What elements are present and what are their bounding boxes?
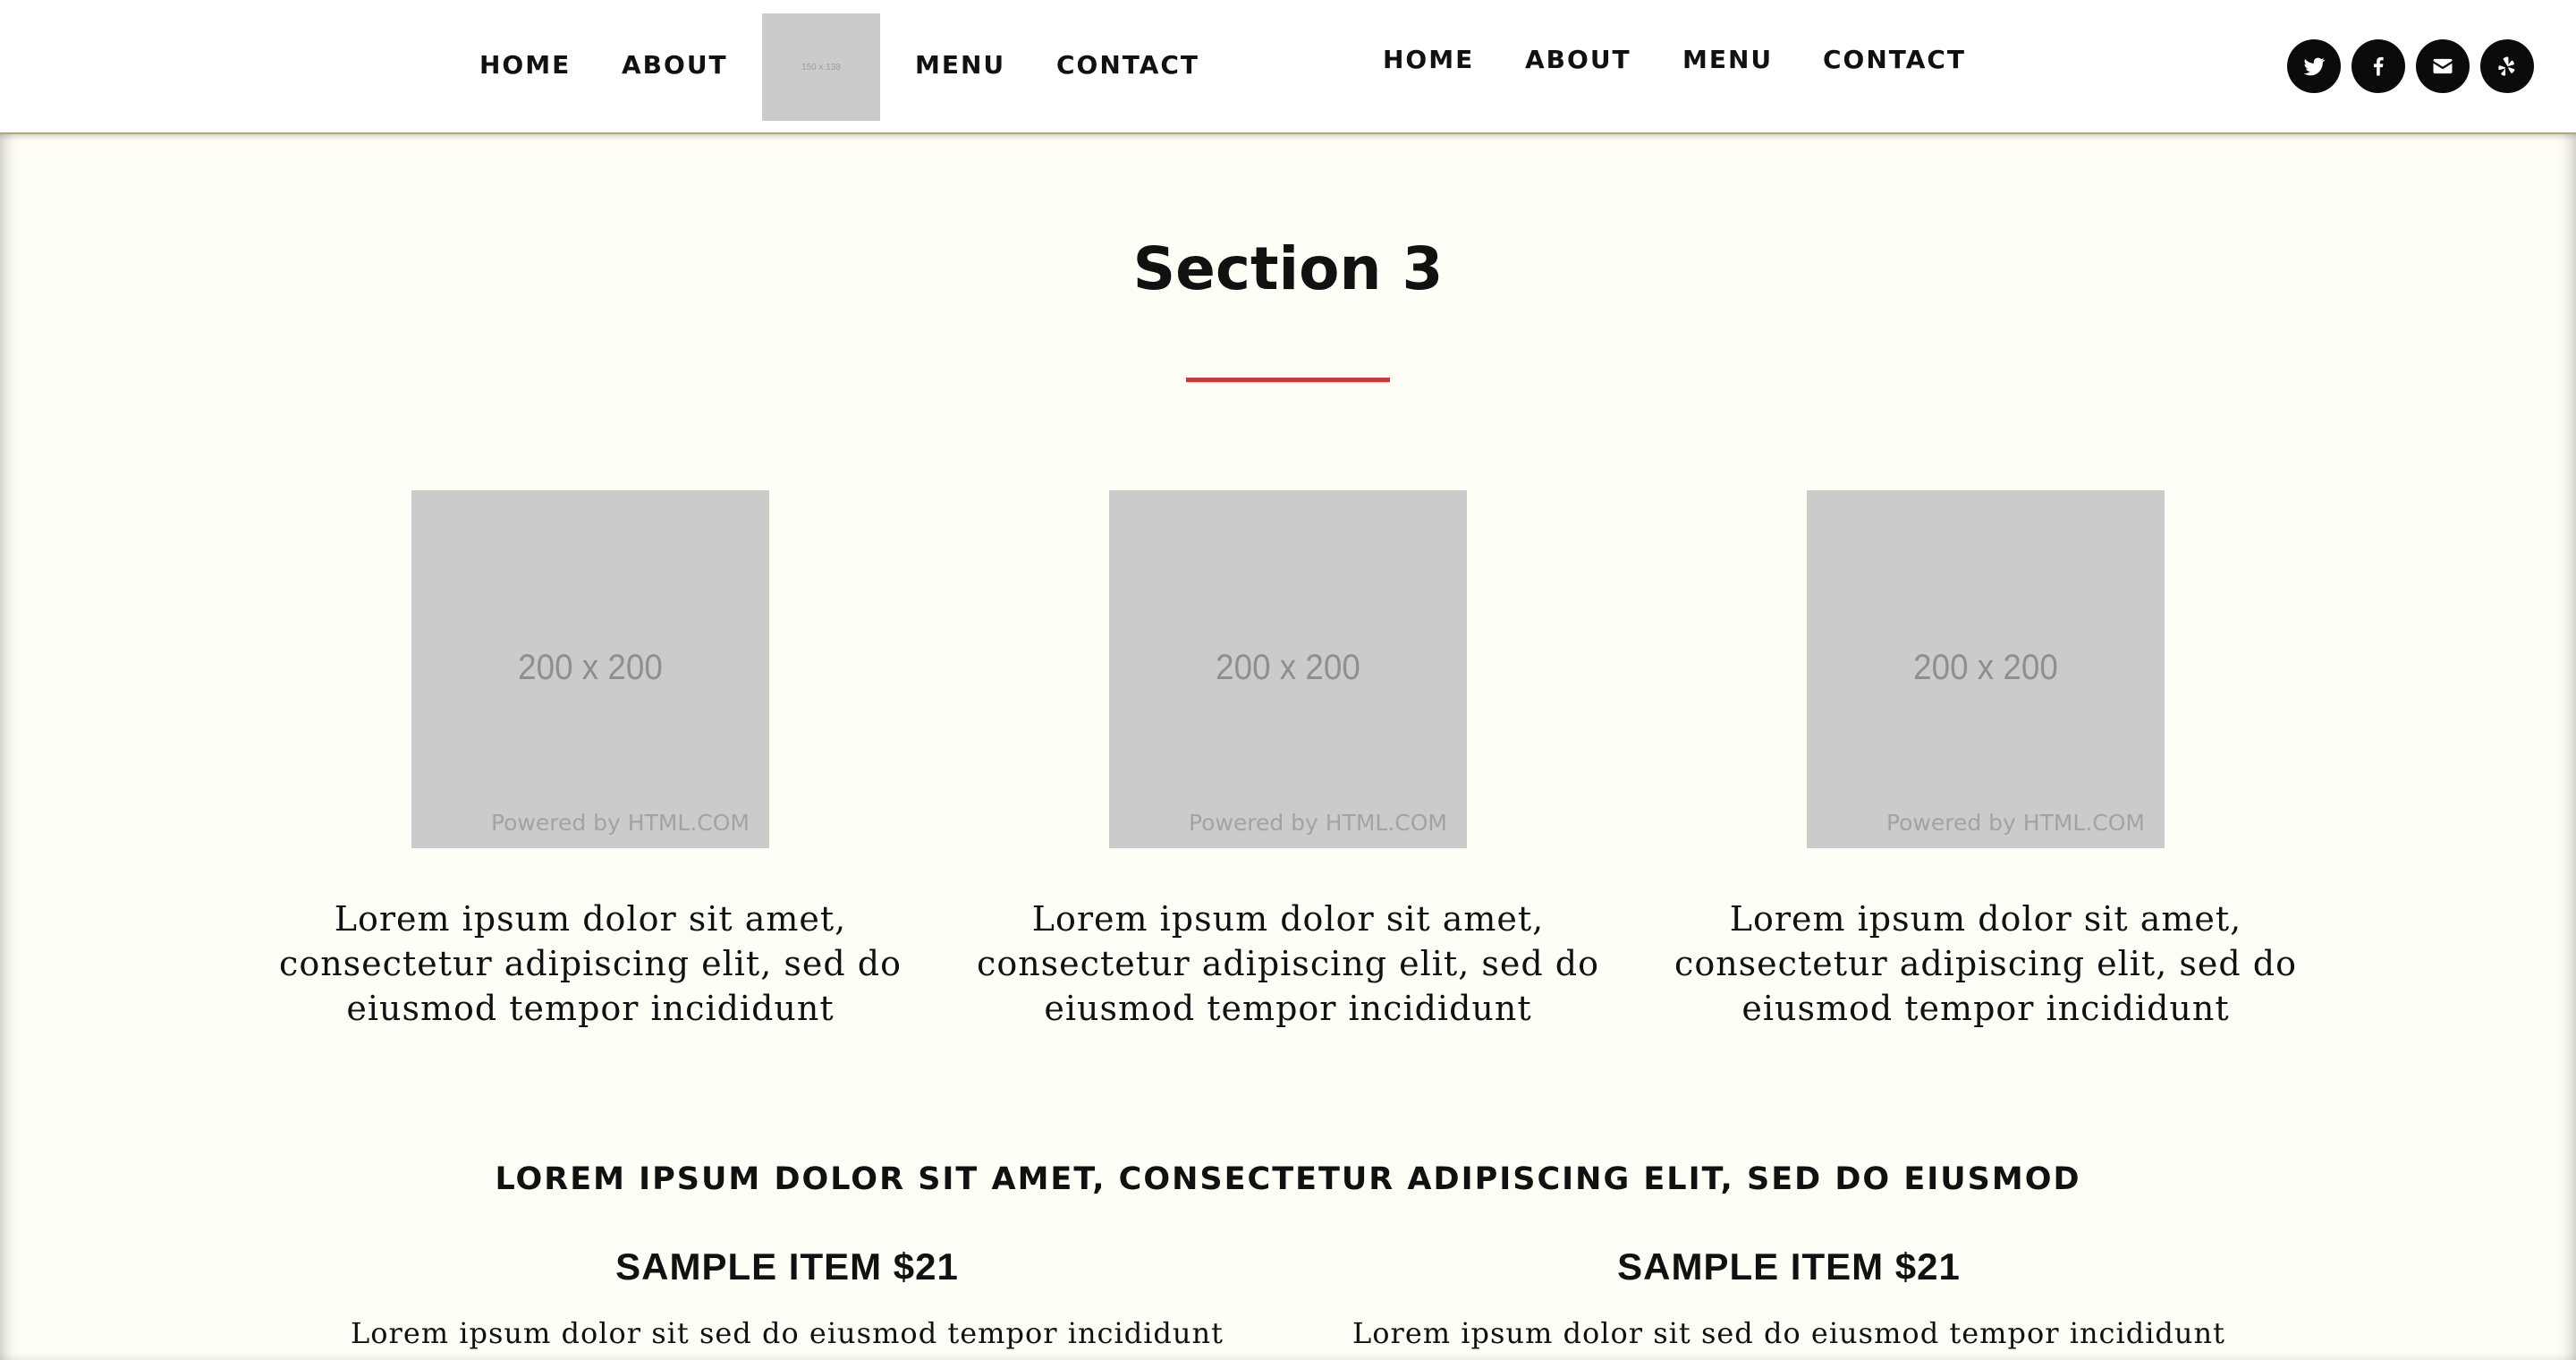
- card-image-2-watermark: Powered by HTML.COM: [1188, 810, 1447, 836]
- section-title: Section 3: [1132, 234, 1444, 303]
- nav-contact-right[interactable]: CONTACT: [1823, 45, 1966, 74]
- menu-item-desc-1: Lorem ipsum dolor sit sed do eiusmod tem…: [351, 1316, 1224, 1350]
- section-title-underline: [1186, 378, 1390, 382]
- menu-item-title-1: SAMPLE ITEM $21: [615, 1245, 959, 1288]
- card-text-3: Lorem ipsum dolor sit amet, consectetur …: [1674, 899, 2297, 1028]
- nav-about-right[interactable]: ABOUT: [1525, 45, 1631, 74]
- card-image-3-watermark: Powered by HTML.COM: [1885, 810, 2145, 836]
- card-image-3-dimensions: 200 x 200: [1913, 648, 2058, 687]
- card-image-1-watermark: Powered by HTML.COM: [490, 810, 750, 836]
- nav-menu-left[interactable]: MENU: [915, 50, 1005, 80]
- site-header: HOME ABOUT 150 x 138 MENU CONTACT HOME A…: [0, 0, 2576, 134]
- email-icon[interactable]: [2416, 39, 2470, 93]
- nav-contact-left[interactable]: CONTACT: [1056, 50, 1199, 80]
- card-text-1: Lorem ipsum dolor sit amet, consectetur …: [279, 899, 902, 1028]
- nav-home-left[interactable]: HOME: [479, 50, 571, 80]
- yelp-icon[interactable]: [2480, 39, 2534, 93]
- logo-placeholder-text: 150 x 138: [801, 62, 841, 72]
- card-text-2: Lorem ipsum dolor sit amet, consectetur …: [977, 899, 1599, 1028]
- logo-placeholder[interactable]: 150 x 138: [762, 13, 880, 121]
- menu-headline: LOREM IPSUM DOLOR SIT AMET, CONSECTETUR …: [495, 1161, 2081, 1197]
- menu-item-title-2: SAMPLE ITEM $21: [1617, 1245, 1961, 1288]
- card-image-1-dimensions: 200 x 200: [518, 648, 663, 687]
- nav-home-right[interactable]: HOME: [1383, 45, 1474, 74]
- menu-item-desc-2: Lorem ipsum dolor sit sed do eiusmod tem…: [1352, 1316, 2225, 1350]
- facebook-icon[interactable]: [2351, 39, 2405, 93]
- card-image-2-dimensions: 200 x 200: [1216, 648, 1360, 687]
- card-image-3: 200 x 200 Powered by HTML.COM: [1807, 490, 2165, 848]
- nav-menu-right[interactable]: MENU: [1682, 45, 1773, 74]
- card-image-1: 200 x 200 Powered by HTML.COM: [411, 490, 769, 848]
- twitter-icon[interactable]: [2287, 39, 2341, 93]
- nav-about-left[interactable]: ABOUT: [622, 50, 728, 80]
- card-image-2: 200 x 200 Powered by HTML.COM: [1109, 490, 1467, 848]
